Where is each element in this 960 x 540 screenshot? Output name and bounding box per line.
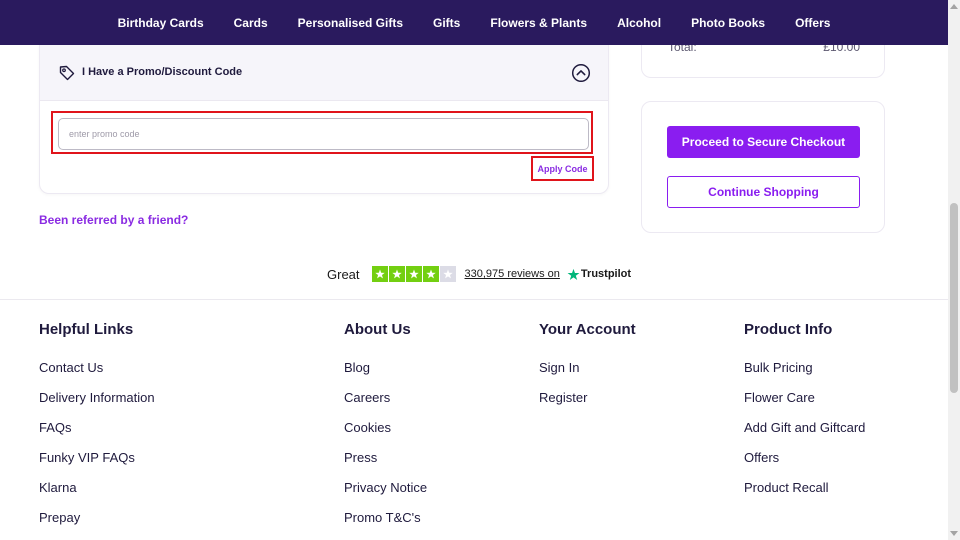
promo-code-title: I Have a Promo/Discount Code — [82, 66, 243, 78]
footer-link-press[interactable]: Press — [344, 450, 377, 465]
nav-birthday-cards[interactable]: Birthday Cards — [103, 16, 219, 30]
footer-link-contact-us[interactable]: Contact Us — [39, 360, 103, 375]
continue-shopping-button[interactable]: Continue Shopping — [667, 176, 860, 208]
footer-link-faqs[interactable]: FAQs — [39, 420, 72, 435]
trustpilot-logo[interactable]: Trustpilot — [567, 268, 631, 281]
promo-code-header[interactable]: I Have a Promo/Discount Code — [40, 45, 608, 101]
page-scrollbar[interactable] — [948, 0, 960, 540]
scroll-down-arrow-icon[interactable] — [950, 531, 958, 536]
nav-gifts[interactable]: Gifts — [418, 16, 475, 30]
nav-alcohol[interactable]: Alcohol — [602, 16, 676, 30]
nav-photo-books[interactable]: Photo Books — [676, 16, 780, 30]
footer-col-your-account: Your Account Sign In Register — [539, 321, 636, 405]
footer-link-offers[interactable]: Offers — [744, 450, 779, 465]
apply-code-button[interactable]: Apply Code — [534, 158, 591, 179]
footer-link-delivery-information[interactable]: Delivery Information — [39, 390, 155, 405]
price-tag-icon — [59, 65, 75, 81]
trustpilot-rating-word: Great — [327, 266, 360, 282]
trustpilot-widget[interactable]: Great 330,975 reviews on Trustpilot — [327, 265, 631, 283]
star-filled-icon — [388, 266, 405, 282]
footer-link-klarna[interactable]: Klarna — [39, 480, 77, 495]
referred-by-friend-link[interactable]: Been referred by a friend? — [39, 213, 188, 227]
footer-heading: Your Account — [539, 321, 636, 338]
star-filled-icon — [405, 266, 422, 282]
footer-divider — [0, 299, 948, 300]
footer-link-prepay[interactable]: Prepay — [39, 510, 80, 525]
footer-heading: Product Info — [744, 321, 833, 338]
nav-cards[interactable]: Cards — [219, 16, 283, 30]
total-label: Total: — [668, 45, 697, 54]
checkout-actions-card: Proceed to Secure Checkout Continue Shop… — [641, 101, 885, 233]
footer-link-register[interactable]: Register — [539, 390, 587, 405]
footer-link-add-gift-giftcard[interactable]: Add Gift and Giftcard — [744, 420, 865, 435]
chevron-up-circle-icon[interactable] — [571, 63, 591, 83]
footer-link-blog[interactable]: Blog — [344, 360, 370, 375]
scrollbar-thumb[interactable] — [950, 203, 958, 393]
star-filled-icon — [422, 266, 439, 282]
proceed-to-checkout-button[interactable]: Proceed to Secure Checkout — [667, 126, 860, 158]
nav-personalised-gifts[interactable]: Personalised Gifts — [283, 16, 418, 30]
footer-link-flower-care[interactable]: Flower Care — [744, 390, 815, 405]
footer-link-product-recall[interactable]: Product Recall — [744, 480, 829, 495]
footer-link-promo-tcs[interactable]: Promo T&C's — [344, 510, 421, 525]
footer-link-privacy-notice[interactable]: Privacy Notice — [344, 480, 427, 495]
promo-code-input[interactable] — [58, 118, 589, 150]
footer-col-helpful-links: Helpful Links Contact Us Delivery Inform… — [39, 321, 155, 525]
footer-link-funky-vip-faqs[interactable]: Funky VIP FAQs — [39, 450, 135, 465]
footer-col-product-info: Product Info Bulk Pricing Flower Care Ad… — [744, 321, 865, 495]
footer-link-careers[interactable]: Careers — [344, 390, 390, 405]
scroll-up-arrow-icon[interactable] — [950, 4, 958, 9]
footer-link-cookies[interactable]: Cookies — [344, 420, 391, 435]
trustpilot-star-icon — [567, 268, 580, 280]
footer-link-bulk-pricing[interactable]: Bulk Pricing — [744, 360, 813, 375]
promo-code-panel: I Have a Promo/Discount Code Apply Code — [39, 45, 609, 194]
order-summary-card: Total: £10.00 — [641, 45, 885, 78]
trustpilot-brand: Trustpilot — [580, 268, 632, 280]
footer-link-sign-in[interactable]: Sign In — [539, 360, 579, 375]
total-value: £10.00 — [823, 45, 860, 54]
star-empty-icon — [439, 266, 456, 282]
nav-flowers-plants[interactable]: Flowers & Plants — [475, 16, 602, 30]
top-navigation: Birthday Cards Cards Personalised Gifts … — [0, 0, 948, 45]
trustpilot-reviews-link[interactable]: 330,975 reviews on — [465, 268, 560, 280]
star-filled-icon — [371, 266, 388, 282]
footer-heading: Helpful Links — [39, 321, 134, 338]
footer-heading: About Us — [344, 321, 411, 338]
footer-col-about-us: About Us Blog Careers Cookies Press Priv… — [344, 321, 427, 525]
nav-offers[interactable]: Offers — [780, 16, 845, 30]
trustpilot-stars — [371, 266, 456, 282]
